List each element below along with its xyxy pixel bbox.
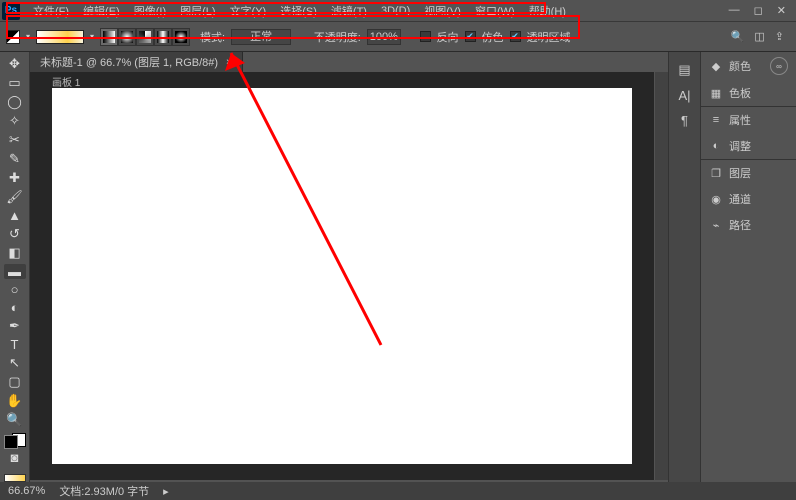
cc-icon[interactable]: ∞ xyxy=(770,57,788,75)
menu-file[interactable]: 文件(F) xyxy=(26,3,76,19)
color-swap[interactable] xyxy=(4,435,26,447)
swatch-preview[interactable] xyxy=(4,474,26,482)
app-logo: Ps xyxy=(2,2,20,20)
para-icon[interactable]: ¶ xyxy=(681,113,688,128)
opacity-label: 不透明度: xyxy=(314,29,361,45)
status-chevron-icon[interactable]: ▸ xyxy=(163,485,169,498)
heal-tool[interactable]: ✚ xyxy=(4,170,26,186)
menu-view[interactable]: 视图(V) xyxy=(417,3,468,19)
tab-title: 未标题-1 @ 66.7% (图层 1, RGB/8#) xyxy=(40,54,218,70)
gradient-linear-button[interactable] xyxy=(100,28,118,46)
history-brush-tool[interactable]: ↺ xyxy=(4,226,26,242)
menu-help[interactable]: 帮助(H) xyxy=(522,3,573,19)
wand-tool[interactable]: ✧ xyxy=(4,113,26,129)
dither-label: 仿色 xyxy=(482,29,504,45)
artboard[interactable] xyxy=(52,88,632,464)
artboard-label: 画板 1 xyxy=(52,74,80,89)
gradient-reflected-button[interactable] xyxy=(154,28,172,46)
hist-icon[interactable]: ▤ xyxy=(678,62,690,78)
window-close-icon[interactable]: ✕ xyxy=(777,4,786,17)
search-icon[interactable]: 🔍 xyxy=(731,30,745,43)
panel-swatches[interactable]: 色板 xyxy=(729,85,751,101)
paths-icon: ⌁ xyxy=(709,219,723,232)
chevron-down-icon[interactable]: ▾ xyxy=(90,32,94,41)
panel-channels[interactable]: 通道 xyxy=(729,191,751,207)
brush-tool[interactable]: 🖌 xyxy=(4,189,26,205)
chevron-down-icon[interactable]: ⌄ xyxy=(407,32,414,41)
shape-tool[interactable]: ▢ xyxy=(4,374,26,390)
path-tool[interactable]: ↖ xyxy=(4,355,26,371)
mode-label: 模式: xyxy=(200,29,225,45)
menu-image[interactable]: 图像(I) xyxy=(127,3,173,19)
gradient-tool[interactable]: ▬ xyxy=(4,264,26,279)
menu-select[interactable]: 选择(S) xyxy=(273,3,324,19)
mode-select[interactable]: 正常 xyxy=(231,29,291,45)
color-icon: ◆ xyxy=(709,60,723,73)
gradient-preview[interactable] xyxy=(36,30,84,44)
opacity-input[interactable]: 100% xyxy=(367,29,401,45)
stamp-tool[interactable]: ▲ xyxy=(4,208,26,223)
channels-icon: ◉ xyxy=(709,193,723,206)
menu-edit[interactable]: 编辑(E) xyxy=(76,3,127,19)
blur-tool[interactable]: ○ xyxy=(4,282,26,297)
transparent-checkbox[interactable]: ✔ xyxy=(510,31,521,42)
dither-checkbox[interactable]: ✔ xyxy=(465,31,476,42)
panel-color[interactable]: 颜色 xyxy=(729,58,751,74)
document-tab[interactable]: 未标题-1 @ 66.7% (图层 1, RGB/8#) × xyxy=(30,52,243,72)
status-zoom: 66.67% xyxy=(8,485,45,497)
eyedropper-tool[interactable]: ✎ xyxy=(4,151,26,167)
dodge-tool[interactable]: ◐ xyxy=(4,300,26,315)
status-doc: 文档:2.93M/0 字节 xyxy=(59,483,149,499)
char-icon[interactable]: A| xyxy=(678,88,690,103)
gradient-radial-button[interactable] xyxy=(118,28,136,46)
share-icon[interactable]: ⇪ xyxy=(775,30,784,43)
transparent-label: 透明区域 xyxy=(527,29,571,45)
window-min-icon[interactable]: — xyxy=(729,4,740,17)
collapsed-panels: ▤ A| ¶ xyxy=(668,52,700,482)
properties-icon: ≡ xyxy=(709,114,723,126)
swatches-icon: ▦ xyxy=(709,87,723,100)
move-tool[interactable]: ✥ xyxy=(4,56,26,72)
panel-layers[interactable]: 图层 xyxy=(729,165,751,181)
eraser-tool[interactable]: ◧ xyxy=(4,245,26,261)
canvas-area[interactable]: 画板 1 xyxy=(30,72,654,480)
close-icon[interactable]: × xyxy=(226,57,232,68)
panel-paths[interactable]: 路径 xyxy=(729,217,751,233)
reverse-label: 反向 xyxy=(437,29,459,45)
panel-adjust[interactable]: 调整 xyxy=(729,138,751,154)
scrollbar-vertical[interactable] xyxy=(655,72,669,480)
adjust-icon: ◐ xyxy=(709,140,723,152)
window-max-icon[interactable]: ◻ xyxy=(754,4,763,17)
quickmask-tool[interactable]: ◙ xyxy=(4,450,26,465)
menu-type[interactable]: 文字(Y) xyxy=(223,3,274,19)
crop-tool[interactable]: ✂ xyxy=(4,132,26,148)
gradient-diamond-button[interactable] xyxy=(172,28,190,46)
menu-window[interactable]: 窗口(W) xyxy=(468,3,522,19)
marquee-tool[interactable]: ▭ xyxy=(4,75,26,91)
gradient-angle-button[interactable] xyxy=(136,28,154,46)
layers-icon: ❐ xyxy=(709,167,723,180)
type-tool[interactable]: T xyxy=(4,337,26,352)
gradient-tool-icon[interactable] xyxy=(6,30,20,44)
zoom-tool[interactable]: 🔍 xyxy=(4,412,26,428)
hand-tool[interactable]: ✋ xyxy=(4,393,26,409)
chevron-down-icon[interactable]: ▾ xyxy=(26,32,30,41)
menu-layer[interactable]: 图层(L) xyxy=(173,3,222,19)
menu-filter[interactable]: 滤镜(T) xyxy=(324,3,374,19)
lasso-tool[interactable]: ◯ xyxy=(4,94,26,110)
pen-tool[interactable]: ✒ xyxy=(4,318,26,334)
frame-icon[interactable]: ◫ xyxy=(754,30,764,43)
tools-panel: ✥ ▭ ◯ ✧ ✂ ✎ ✚ 🖌 ▲ ↺ ◧ ▬ ○ ◐ ✒ T ↖ ▢ ✋ 🔍 … xyxy=(0,52,30,482)
panel-properties[interactable]: 属性 xyxy=(729,112,751,128)
reverse-checkbox[interactable] xyxy=(420,31,431,42)
menu-3d[interactable]: 3D(D) xyxy=(374,5,417,17)
chevron-down-icon[interactable]: ⌄ xyxy=(297,32,304,41)
